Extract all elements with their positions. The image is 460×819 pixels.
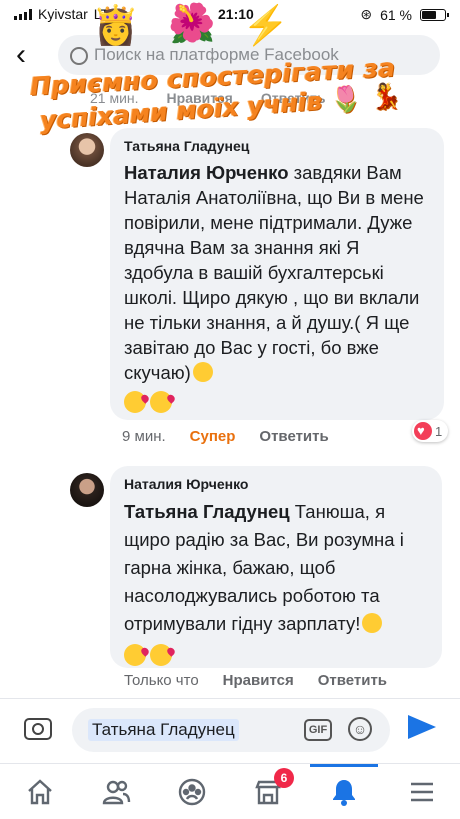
comment-author[interactable]: Татьяна Гладунец (124, 138, 430, 154)
kissing-emoji-icon (362, 613, 383, 633)
battery-icon (420, 8, 449, 21)
emoji-row (124, 391, 430, 413)
search-icon (70, 47, 88, 65)
mention-link[interactable]: Татьяна Гладунец (124, 501, 290, 522)
comment-time: Только что (124, 672, 199, 689)
reply-button[interactable]: Ответить (318, 672, 387, 689)
comment-actions: 9 мин. Супер Ответить (122, 428, 329, 445)
comment-text: Татьяна Гладунец Танюша, я щиро радію за… (124, 498, 428, 638)
gif-button[interactable]: GIF (304, 719, 332, 741)
tab-bar: 6 (0, 763, 460, 819)
send-icon[interactable] (408, 715, 436, 739)
kissing-emoji-icon (150, 391, 172, 413)
reaction-count: 1 (435, 423, 443, 439)
super-reaction-button[interactable]: Супер (190, 428, 236, 445)
hibiscus-sticker-icon: 🌺 (168, 3, 216, 45)
emoji-row (124, 644, 428, 666)
carrier-name: Kyivstar (38, 6, 88, 22)
princess-sticker-icon: 👸 (92, 5, 140, 47)
groups-tab-icon[interactable] (172, 772, 212, 812)
comment-actions: Только что Нравится Ответить (124, 672, 387, 689)
friends-tab-icon[interactable] (96, 772, 136, 812)
camera-icon[interactable] (24, 718, 52, 740)
divider (0, 698, 460, 699)
kissing-emoji-icon (124, 391, 146, 413)
battery-percent: 61 % (380, 6, 412, 23)
status-bar: Kyivstar LTE 21:10 ⊛ 61 % (0, 0, 460, 30)
comment-bubble: Наталия Юрченко Татьяна Гладунец Танюша,… (110, 466, 442, 668)
rotation-lock-icon: ⊛ (360, 6, 373, 22)
comment-author[interactable]: Наталия Юрченко (124, 476, 428, 492)
active-tab-indicator (310, 764, 378, 767)
tulip-sticker-icon: 🌷 (329, 83, 363, 115)
notifications-tab-icon[interactable] (324, 772, 364, 812)
emoji-picker-icon[interactable]: ☺ (348, 717, 372, 741)
home-tab-icon[interactable] (20, 772, 60, 812)
kissing-emoji-icon (192, 362, 213, 382)
reply-button[interactable]: Ответить (259, 428, 328, 445)
notification-count-badge: 6 (274, 768, 294, 788)
status-right: ⊛ 61 % (360, 6, 449, 23)
kissing-emoji-icon (124, 644, 146, 666)
back-button[interactable]: ‹ (16, 40, 26, 70)
mention-link[interactable]: Наталия Юрченко (124, 162, 289, 183)
avatar[interactable] (70, 133, 104, 167)
signal-icon (14, 8, 32, 20)
comment-bubble: Татьяна Гладунец Наталия Юрченко завдяки… (110, 128, 444, 420)
comment-body: завдяки Вам Наталія Анатоліївна, що Ви в… (124, 162, 424, 383)
reaction-count-badge[interactable]: 1 (412, 420, 449, 442)
lightning-sticker-icon: ⚡ (242, 5, 290, 47)
kissing-emoji-icon (150, 644, 172, 666)
comment-text: Наталия Юрченко завдяки Вам Наталія Анат… (124, 160, 430, 385)
like-button[interactable]: Нравится (223, 672, 294, 689)
input-mention: Татьяна Гладунец (88, 719, 239, 741)
dancer-sticker-icon: 💃 (369, 80, 403, 112)
comment-input[interactable]: Татьяна Гладунец GIF ☺ (72, 708, 390, 752)
menu-tab-icon[interactable] (402, 772, 442, 812)
heart-icon (414, 422, 432, 440)
comment-time: 9 мин. (122, 428, 166, 445)
comment-composer: Татьяна Гладунец GIF ☺ (0, 700, 460, 762)
avatar[interactable] (70, 473, 104, 507)
